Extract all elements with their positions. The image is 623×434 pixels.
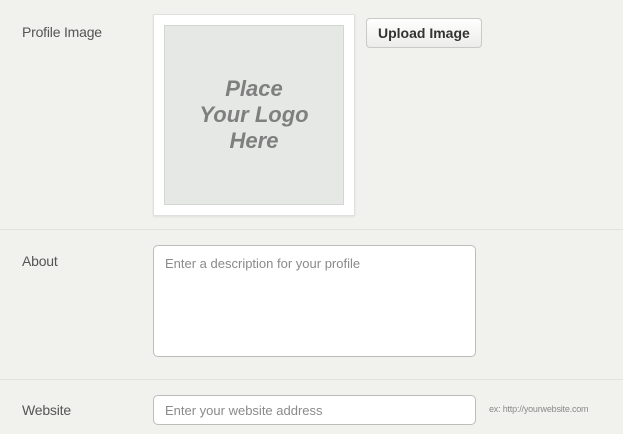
divider-about-website [0,379,623,380]
website-hint: ex: http://yourwebsite.com [489,404,589,414]
logo-placeholder-line-2: Your Logo [199,102,309,127]
website-input[interactable] [153,395,476,425]
website-label: Website [22,402,71,418]
profile-image-frame: Place Your Logo Here [153,14,355,216]
about-label: About [22,253,58,269]
logo-placeholder-image: Place Your Logo Here [164,25,344,205]
logo-placeholder-text: Place Your Logo Here [179,76,329,154]
profile-form: Profile Image Place Your Logo Here Uploa… [0,0,623,434]
logo-placeholder-line-3: Here [229,128,279,153]
profile-image-label: Profile Image [22,24,102,40]
upload-image-button[interactable]: Upload Image [366,18,482,48]
divider-profile-about [0,229,623,230]
logo-placeholder-line-1: Place [225,76,283,101]
about-textarea[interactable] [153,245,476,357]
